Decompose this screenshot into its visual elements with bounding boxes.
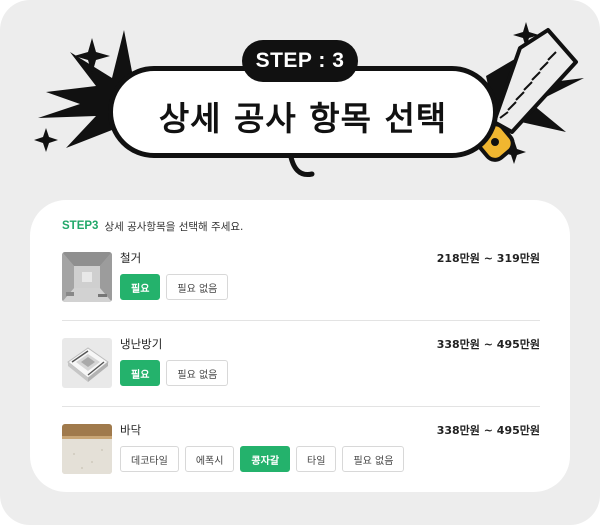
step-badge: STEP : 3: [242, 40, 358, 82]
divider: [62, 406, 540, 407]
option-group: 데코타일 에폭시 콩자갈 타일 필요 없음: [120, 446, 405, 472]
sparkle-icon: [34, 128, 58, 152]
item-name: 철거: [120, 251, 142, 265]
step-tag: STEP3: [62, 220, 99, 232]
item-name: 냉난방기: [120, 337, 163, 351]
option-tile-button[interactable]: 타일: [296, 446, 337, 472]
option-needed-button[interactable]: 필요: [120, 360, 161, 386]
card-header: STEP3 상세 공사항목을 선택해 주세요.: [62, 218, 243, 234]
item-price: 338만원 ~ 495만원: [436, 338, 540, 351]
option-not-needed-button[interactable]: 필요 없음: [166, 360, 229, 386]
divider: [62, 320, 540, 321]
option-group: 필요 필요 없음: [120, 360, 229, 386]
floor-photo-icon: [62, 424, 112, 474]
instruction-text: 상세 공사항목을 선택해 주세요.: [104, 220, 244, 233]
list-item-demolition: 철거 218만원 ~ 319만원 필요 필요 없음: [62, 251, 540, 304]
item-price: 218만원 ~ 319만원: [436, 252, 540, 265]
option-needed-button[interactable]: 필요: [120, 274, 161, 300]
option-pebble-button[interactable]: 콩자갈: [240, 446, 291, 472]
option-deco-tile-button[interactable]: 데코타일: [120, 446, 179, 472]
option-not-needed-button[interactable]: 필요 없음: [166, 274, 229, 300]
selection-card: STEP3 상세 공사항목을 선택해 주세요. 철거 218만원 ~ 319만원…: [30, 200, 570, 492]
item-price: 338만원 ~ 495만원: [436, 424, 540, 437]
step-banner: 상세 공사 항목 선택 STEP : 3: [0, 0, 600, 200]
option-epoxy-button[interactable]: 에폭시: [184, 446, 235, 472]
page: 상세 공사 항목 선택 STEP : 3 STEP3 상세 공사항목을 선택해 …: [0, 0, 600, 525]
list-item-floor: 바닥 338만원 ~ 495만원 데코타일 에폭시 콩자갈 타일 필요 없음: [62, 423, 540, 476]
item-name: 바닥: [120, 423, 142, 437]
option-group: 필요 필요 없음: [120, 274, 229, 300]
demolition-photo-icon: [62, 252, 112, 302]
page-title: 상세 공사 항목 선택: [158, 99, 448, 138]
sparkle-icon: [74, 38, 110, 74]
list-item-hvac: 냉난방기 338만원 ~ 495만원 필요 필요 없음: [62, 337, 540, 390]
option-not-needed-button[interactable]: 필요 없음: [342, 446, 405, 472]
ceiling-ac-photo-icon: [62, 338, 112, 388]
